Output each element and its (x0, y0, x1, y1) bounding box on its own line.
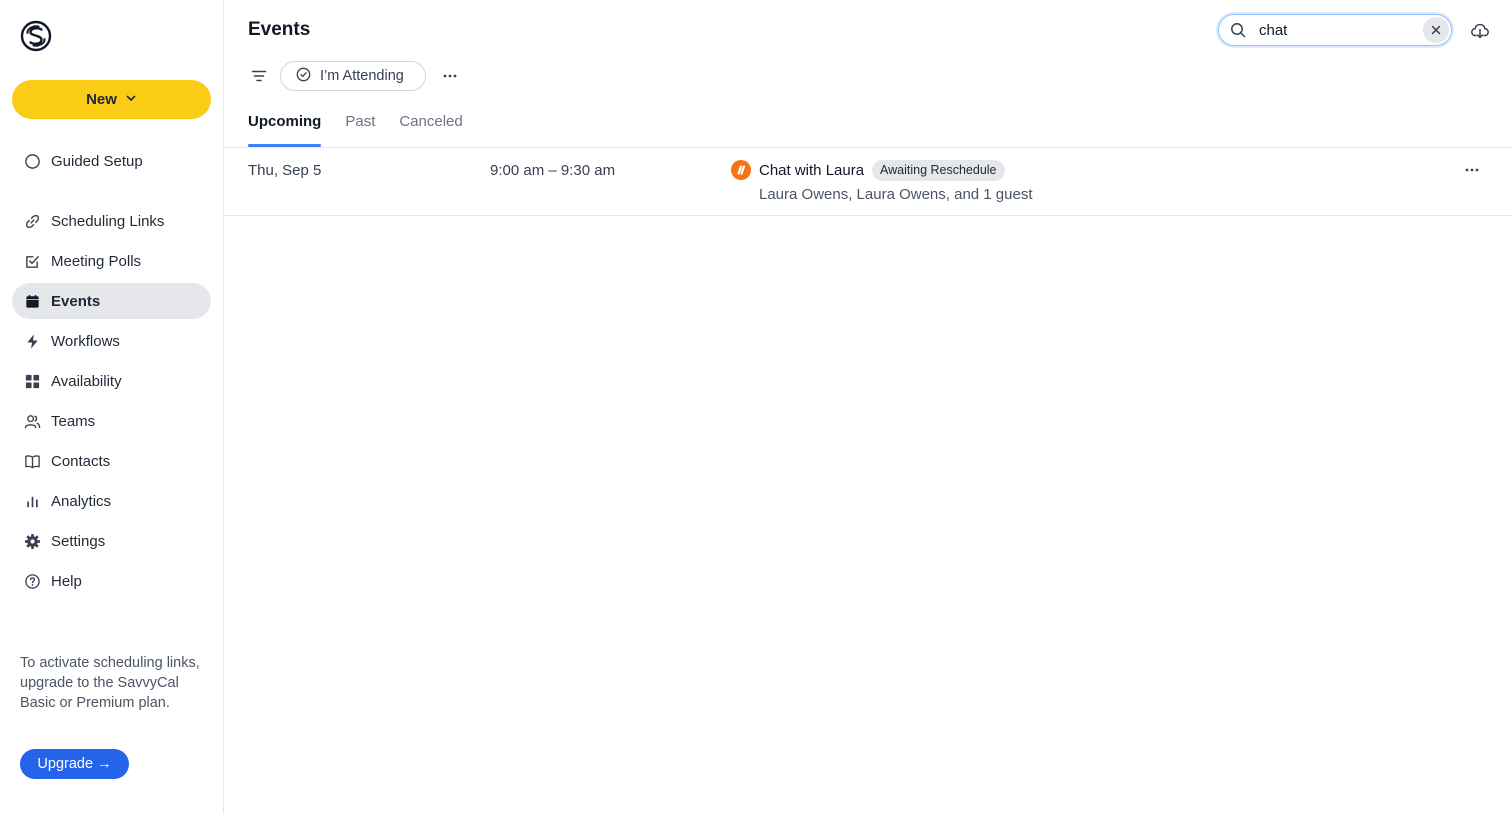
im-attending-label: I’m Attending (320, 68, 404, 84)
event-more-options-icon[interactable] (1462, 160, 1482, 180)
gear-icon (23, 532, 41, 550)
sidebar-item-label: Settings (51, 532, 106, 550)
event-time: 9:00 am – 9:30 am (490, 162, 616, 179)
sidebar-item-guided-setup[interactable]: Guided Setup (12, 143, 211, 179)
new-button[interactable]: New (12, 80, 211, 119)
book-icon (23, 452, 41, 470)
event-tabs: Upcoming Past Canceled (248, 104, 463, 147)
sidebar: New Guided Setup Scheduling Links Meetin… (0, 0, 224, 814)
event-guests: Laura Owens, Laura Owens, and 1 guest (759, 186, 1033, 203)
status-badge: Awaiting Reschedule (872, 160, 1005, 181)
sidebar-item-label: Contacts (51, 452, 111, 470)
sidebar-item-label: Events (51, 292, 101, 310)
sidebar-item-settings[interactable]: Settings (12, 523, 211, 559)
tab-upcoming[interactable]: Upcoming (248, 104, 322, 147)
page-title: Events (248, 19, 311, 40)
upgrade-button[interactable]: Upgrade → (20, 749, 129, 779)
sidebar-item-label: Availability (51, 372, 122, 390)
link-icon (23, 212, 41, 230)
search-input[interactable] (1259, 20, 1409, 40)
check-circle-icon (296, 67, 311, 86)
tab-canceled[interactable]: Canceled (399, 104, 462, 147)
more-options-icon[interactable] (440, 66, 460, 86)
sidebar-item-label: Scheduling Links (51, 212, 165, 230)
savvycal-logo-icon[interactable] (20, 20, 52, 52)
search-box[interactable] (1218, 14, 1452, 46)
sidebar-item-label: Help (51, 572, 82, 590)
grid-icon (23, 372, 41, 390)
sidebar-item-workflows[interactable]: Workflows (12, 323, 211, 359)
sidebar-item-teams[interactable]: Teams (12, 403, 211, 439)
question-icon (23, 572, 41, 590)
sidebar-item-analytics[interactable]: Analytics (12, 483, 211, 519)
checkbox-icon (23, 252, 41, 270)
event-type-icon (731, 160, 751, 180)
chevron-down-icon (125, 91, 137, 108)
new-button-label: New (86, 91, 117, 108)
tab-past[interactable]: Past (345, 104, 375, 147)
sidebar-item-events[interactable]: Events (12, 283, 211, 319)
sidebar-item-label: Meeting Polls (51, 252, 142, 270)
sidebar-item-help[interactable]: Help (12, 563, 211, 599)
users-icon (23, 412, 41, 430)
sidebar-item-label: Teams (51, 412, 96, 430)
search-icon (1230, 22, 1246, 38)
sidebar-item-contacts[interactable]: Contacts (12, 443, 211, 479)
event-title[interactable]: Chat with Laura (759, 162, 864, 179)
main-content: Events I’m Attending Upcoming Past Cance… (224, 0, 1512, 814)
circle-icon (23, 152, 41, 170)
sidebar-item-scheduling-links[interactable]: Scheduling Links (12, 203, 211, 239)
close-icon (1431, 25, 1441, 35)
upgrade-message: To activate scheduling links, upgrade to… (20, 655, 200, 711)
sidebar-item-label: Analytics (51, 492, 112, 510)
sidebar-item-meeting-polls[interactable]: Meeting Polls (12, 243, 211, 279)
sidebar-item-label: Guided Setup (51, 152, 143, 170)
bar-chart-icon (23, 492, 41, 510)
bolt-icon (23, 332, 41, 350)
clear-search-button[interactable] (1423, 17, 1449, 43)
cloud-download-icon[interactable] (1470, 21, 1490, 41)
filter-icon[interactable] (250, 67, 268, 85)
im-attending-filter-button[interactable]: I’m Attending (280, 61, 426, 91)
event-row[interactable]: Thu, Sep 5 9:00 am – 9:30 am Chat with L… (224, 148, 1512, 216)
sidebar-item-availability[interactable]: Availability (12, 363, 211, 399)
sidebar-item-label: Workflows (51, 332, 120, 350)
event-date: Thu, Sep 5 (248, 162, 322, 179)
calendar-icon (23, 292, 41, 310)
